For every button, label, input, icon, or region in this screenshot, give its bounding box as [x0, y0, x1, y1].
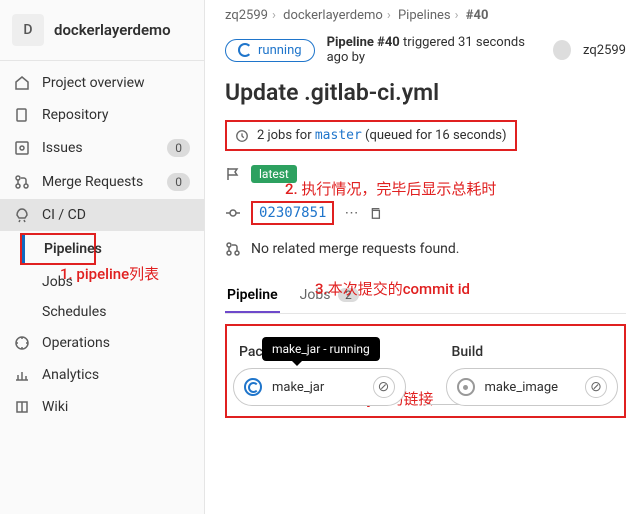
- subnav-schedules[interactable]: Schedules: [0, 297, 204, 327]
- tab-jobs[interactable]: Jobs 2: [298, 277, 361, 313]
- chart-icon: [14, 367, 30, 383]
- nav-label: Analytics: [42, 367, 99, 383]
- sidebar-nav: Project overview Repository Issues 0 Mer…: [0, 61, 204, 429]
- main-content: zq2599› dockerlayerdemo› Pipelines› #40 …: [205, 0, 640, 514]
- job-make-image[interactable]: make_image ⊘: [446, 368, 619, 406]
- job-make-jar[interactable]: make_jar - running make_jar ⊘: [233, 368, 406, 406]
- nav-label: Operations: [42, 335, 110, 351]
- breadcrumb: zq2599› dockerlayerdemo› Pipelines› #40: [225, 8, 626, 23]
- project-header[interactable]: D dockerlayerdemo: [0, 0, 204, 61]
- trigger-user[interactable]: zq2599: [583, 43, 626, 58]
- commit-ellipsis[interactable]: ⋯: [344, 205, 358, 221]
- trigger-text: Pipeline #40 triggered 31 seconds ago by: [327, 35, 542, 65]
- pipeline-tabs: Pipeline Jobs 2: [225, 277, 626, 314]
- nav-issues[interactable]: Issues 0: [0, 131, 204, 165]
- subnav-jobs[interactable]: Jobs: [0, 267, 204, 297]
- nav-wiki[interactable]: Wiki: [0, 391, 204, 423]
- avatar[interactable]: [553, 40, 571, 60]
- merge-icon: [225, 241, 241, 257]
- stages-container: Package make_jar - running make_jar ⊘ Bu…: [225, 324, 626, 418]
- page-title: Update .gitlab-ci.yml: [225, 79, 626, 106]
- clock-icon: [235, 129, 249, 143]
- stage-name: Build: [446, 344, 619, 360]
- flags-row: latest: [225, 165, 626, 183]
- job-label: make_image: [485, 380, 559, 395]
- commit-row: 02307851 ⋯: [225, 201, 626, 225]
- nav-label: Issues: [42, 140, 83, 156]
- book-icon: [14, 399, 30, 415]
- files-icon: [14, 107, 30, 123]
- nav-merge-requests[interactable]: Merge Requests 0: [0, 165, 204, 199]
- job-label: make_jar: [272, 380, 324, 395]
- jobs-summary: 2 jobs for master (queued for 16 seconds…: [225, 120, 517, 151]
- crumb-project[interactable]: dockerlayerdemo: [283, 8, 383, 23]
- stage-build: Build make_image ⊘: [446, 344, 619, 406]
- commit-icon: [225, 205, 241, 221]
- ci-cd-subitems: Pipelines Jobs 1. pipeline列表 Schedules: [0, 233, 204, 327]
- badge-latest: latest: [251, 165, 297, 183]
- nav-project-overview[interactable]: Project overview: [0, 67, 204, 99]
- cancel-button[interactable]: ⊘: [585, 376, 607, 398]
- merge-icon: [14, 174, 30, 190]
- tab-pipeline[interactable]: Pipeline: [225, 277, 280, 313]
- job-tooltip: make_jar - running: [262, 337, 380, 361]
- crumb-current: #40: [466, 8, 489, 23]
- copy-icon[interactable]: [368, 206, 382, 220]
- nav-label: CI / CD: [42, 207, 86, 223]
- running-icon: [244, 378, 262, 396]
- branch-link[interactable]: master: [315, 128, 362, 143]
- nav-badge: 0: [167, 139, 190, 157]
- status-row: running Pipeline #40 triggered 31 second…: [225, 35, 626, 65]
- cancel-button[interactable]: ⊘: [373, 376, 395, 398]
- home-icon: [14, 75, 30, 91]
- operations-icon: [14, 335, 30, 351]
- nav-badge: 0: [167, 173, 190, 191]
- nav-analytics[interactable]: Analytics: [0, 359, 204, 391]
- nav-label: Project overview: [42, 75, 145, 91]
- subnav-pipelines[interactable]: Pipelines: [20, 233, 96, 265]
- status-badge-running[interactable]: running: [225, 39, 315, 62]
- sidebar: D dockerlayerdemo Project overview Repos…: [0, 0, 205, 514]
- commit-sha-link[interactable]: 02307851: [251, 201, 334, 225]
- nav-operations[interactable]: Operations: [0, 327, 204, 359]
- nav-label: Repository: [42, 107, 108, 123]
- project-avatar: D: [12, 14, 44, 46]
- mr-text: No related merge requests found.: [251, 241, 459, 257]
- issues-icon: [14, 140, 30, 156]
- rocket-icon: [14, 207, 30, 223]
- nav-label: Merge Requests: [42, 174, 143, 190]
- crumb-pipelines[interactable]: Pipelines: [398, 8, 451, 23]
- stage-package: Package make_jar - running make_jar ⊘: [233, 344, 406, 406]
- project-name: dockerlayerdemo: [54, 21, 171, 39]
- flag-icon: [225, 166, 241, 182]
- created-icon: [457, 378, 475, 396]
- crumb-user[interactable]: zq2599: [225, 8, 268, 23]
- nav-label: Wiki: [42, 399, 68, 415]
- merge-request-row: No related merge requests found.: [225, 241, 626, 257]
- nav-repository[interactable]: Repository: [0, 99, 204, 131]
- nav-ci-cd[interactable]: CI / CD: [0, 199, 204, 231]
